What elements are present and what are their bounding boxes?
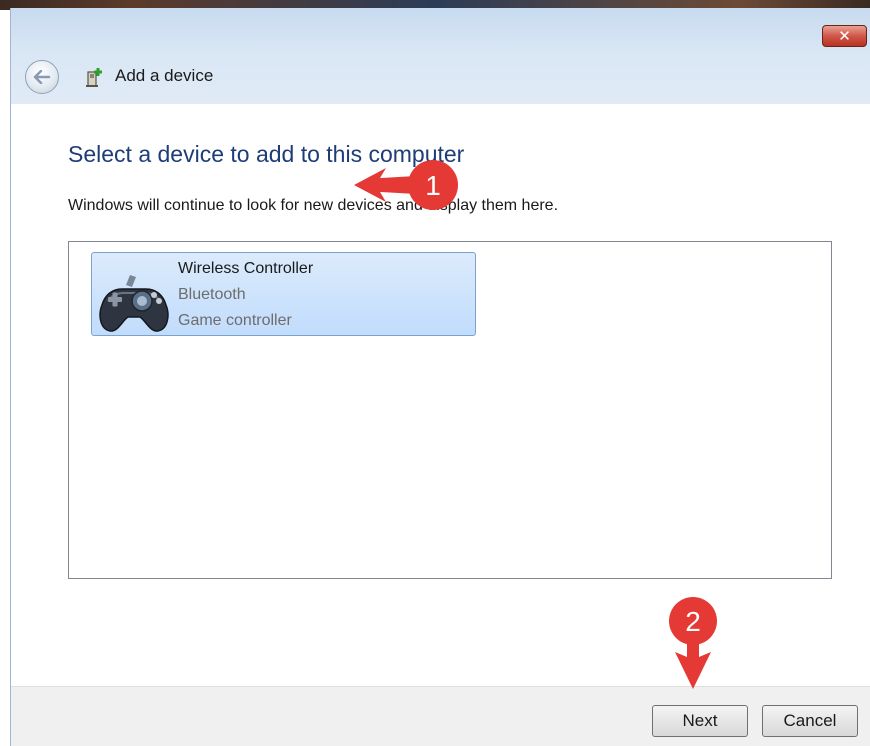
annotation-step-2: 2 bbox=[685, 606, 701, 637]
close-button[interactable]: ✕ bbox=[822, 25, 867, 47]
cancel-button[interactable]: Cancel bbox=[762, 705, 858, 737]
annotation-step-1: 1 bbox=[425, 170, 441, 201]
next-button[interactable]: Next bbox=[652, 705, 748, 737]
button-bar: Next Cancel bbox=[11, 686, 870, 746]
device-add-icon bbox=[86, 68, 102, 87]
device-list[interactable]: Wireless Controller Bluetooth Game contr… bbox=[68, 241, 832, 579]
device-name: Wireless Controller bbox=[178, 260, 314, 277]
gamepad-icon bbox=[99, 275, 169, 332]
instruction-text: Windows will continue to look for new de… bbox=[68, 197, 559, 214]
window-title: Add a device bbox=[115, 66, 214, 85]
title-bar: ✕ Add a device bbox=[11, 8, 870, 104]
device-connection: Bluetooth bbox=[178, 286, 246, 303]
close-icon: ✕ bbox=[838, 27, 851, 45]
back-arrow-icon bbox=[33, 70, 51, 84]
back-button[interactable] bbox=[25, 60, 59, 94]
annotation-arrow-1: 1 bbox=[354, 160, 458, 210]
add-device-window: ✕ Add a device Select a device to add to… bbox=[10, 8, 870, 746]
annotation-arrow-2: 2 bbox=[669, 597, 717, 689]
device-item-wireless-controller[interactable]: Wireless Controller Bluetooth Game contr… bbox=[91, 252, 476, 336]
device-category: Game controller bbox=[178, 312, 292, 329]
